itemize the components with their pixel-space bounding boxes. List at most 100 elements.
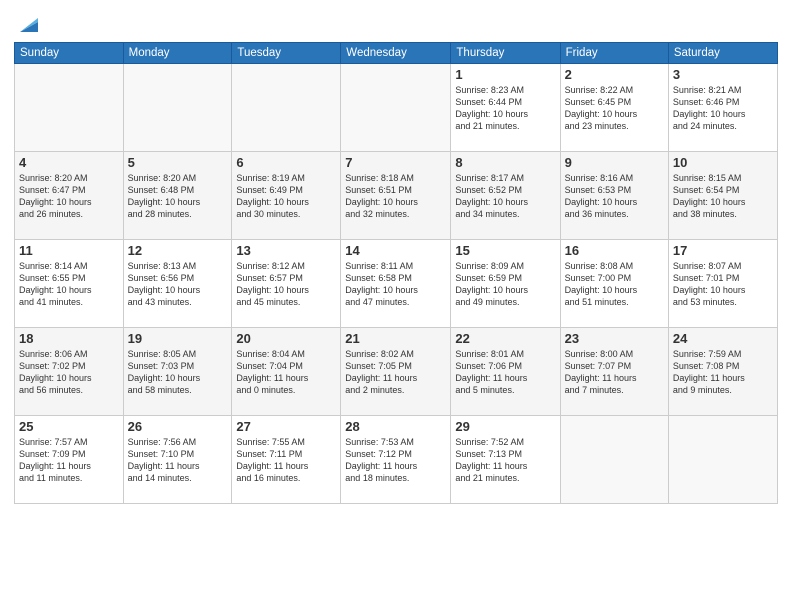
day-info: Sunrise: 8:21 AM Sunset: 6:46 PM Dayligh… (673, 84, 773, 133)
day-info: Sunrise: 8:17 AM Sunset: 6:52 PM Dayligh… (455, 172, 555, 221)
day-number: 25 (19, 419, 119, 434)
day-number: 1 (455, 67, 555, 82)
calendar-day-cell: 16 Sunrise: 8:08 AM Sunset: 7:00 PM Dayli… (560, 240, 668, 328)
calendar-day-cell: 25 Sunrise: 7:57 AM Sunset: 7:09 PM Dayli… (15, 416, 124, 504)
day-number: 26 (128, 419, 228, 434)
calendar-day-cell: 19Sunrise: 8:05 AM Sunset: 7:03 PM Dayli… (123, 328, 232, 416)
calendar-day-cell: 1 Sunrise: 8:23 AM Sunset: 6:44 PM Daylig… (451, 64, 560, 152)
day-number: 14 (345, 243, 446, 258)
calendar-day-cell: 22 Sunrise: 8:01 AM Sunset: 7:06 PM Dayli… (451, 328, 560, 416)
calendar-day-cell: 18 Sunrise: 8:06 AM Sunset: 7:02 PM Dayli… (15, 328, 124, 416)
day-info: Sunrise: 8:08 AM Sunset: 7:00 PM Dayligh… (565, 260, 664, 309)
calendar-day-header: Monday (123, 43, 232, 64)
calendar-day-cell (123, 64, 232, 152)
day-number: 21 (345, 331, 446, 346)
calendar-day-cell: 3 Sunrise: 8:21 AM Sunset: 6:46 PM Daylig… (668, 64, 777, 152)
logo-icon (16, 14, 38, 36)
calendar-day-cell: 9Sunrise: 8:16 AM Sunset: 6:53 PM Daylig… (560, 152, 668, 240)
day-info: Sunrise: 8:07 AM Sunset: 7:01 PM Dayligh… (673, 260, 773, 309)
calendar-day-cell: 2Sunrise: 8:22 AM Sunset: 6:45 PM Daylig… (560, 64, 668, 152)
day-info: Sunrise: 8:09 AM Sunset: 6:59 PM Dayligh… (455, 260, 555, 309)
day-number: 6 (236, 155, 336, 170)
calendar-day-cell: 23 Sunrise: 8:00 AM Sunset: 7:07 PM Dayli… (560, 328, 668, 416)
calendar-day-cell (15, 64, 124, 152)
calendar-day-cell: 21 Sunrise: 8:02 AM Sunset: 7:05 PM Dayli… (341, 328, 451, 416)
day-info: Sunrise: 8:04 AM Sunset: 7:04 PM Dayligh… (236, 348, 336, 397)
day-info: Sunrise: 7:52 AM Sunset: 7:13 PM Dayligh… (455, 436, 555, 485)
calendar-week-row: 25 Sunrise: 7:57 AM Sunset: 7:09 PM Dayli… (15, 416, 778, 504)
day-info: Sunrise: 7:53 AM Sunset: 7:12 PM Dayligh… (345, 436, 446, 485)
calendar-day-cell: 14 Sunrise: 8:11 AM Sunset: 6:58 PM Dayli… (341, 240, 451, 328)
day-info: Sunrise: 8:14 AM Sunset: 6:55 PM Dayligh… (19, 260, 119, 309)
day-info: Sunrise: 8:02 AM Sunset: 7:05 PM Dayligh… (345, 348, 446, 397)
calendar-day-header: Tuesday (232, 43, 341, 64)
day-info: Sunrise: 8:22 AM Sunset: 6:45 PM Dayligh… (565, 84, 664, 133)
calendar-day-header: Friday (560, 43, 668, 64)
day-info: Sunrise: 8:16 AM Sunset: 6:53 PM Dayligh… (565, 172, 664, 221)
day-number: 16 (565, 243, 664, 258)
calendar-day-cell: 29 Sunrise: 7:52 AM Sunset: 7:13 PM Dayli… (451, 416, 560, 504)
day-number: 5 (128, 155, 228, 170)
calendar-day-cell: 5 Sunrise: 8:20 AM Sunset: 6:48 PM Daylig… (123, 152, 232, 240)
day-number: 10 (673, 155, 773, 170)
header (14, 10, 778, 36)
calendar-day-cell: 10Sunrise: 8:15 AM Sunset: 6:54 PM Dayli… (668, 152, 777, 240)
calendar-day-header: Saturday (668, 43, 777, 64)
calendar-day-cell: 24 Sunrise: 7:59 AM Sunset: 7:08 PM Dayli… (668, 328, 777, 416)
calendar-day-cell: 7 Sunrise: 8:18 AM Sunset: 6:51 PM Daylig… (341, 152, 451, 240)
day-number: 7 (345, 155, 446, 170)
day-info: Sunrise: 8:18 AM Sunset: 6:51 PM Dayligh… (345, 172, 446, 221)
calendar-week-row: 1 Sunrise: 8:23 AM Sunset: 6:44 PM Daylig… (15, 64, 778, 152)
day-number: 29 (455, 419, 555, 434)
day-number: 4 (19, 155, 119, 170)
day-number: 27 (236, 419, 336, 434)
day-info: Sunrise: 8:13 AM Sunset: 6:56 PM Dayligh… (128, 260, 228, 309)
calendar-header-row: SundayMondayTuesdayWednesdayThursdayFrid… (15, 43, 778, 64)
day-number: 8 (455, 155, 555, 170)
day-number: 24 (673, 331, 773, 346)
calendar-week-row: 11Sunrise: 8:14 AM Sunset: 6:55 PM Dayli… (15, 240, 778, 328)
day-info: Sunrise: 8:06 AM Sunset: 7:02 PM Dayligh… (19, 348, 119, 397)
day-number: 22 (455, 331, 555, 346)
page: SundayMondayTuesdayWednesdayThursdayFrid… (0, 0, 792, 612)
calendar-day-cell (232, 64, 341, 152)
calendar-week-row: 4 Sunrise: 8:20 AM Sunset: 6:47 PM Daylig… (15, 152, 778, 240)
calendar-day-cell: 15 Sunrise: 8:09 AM Sunset: 6:59 PM Dayli… (451, 240, 560, 328)
day-info: Sunrise: 8:19 AM Sunset: 6:49 PM Dayligh… (236, 172, 336, 221)
calendar-day-header: Thursday (451, 43, 560, 64)
calendar-day-cell: 28Sunrise: 7:53 AM Sunset: 7:12 PM Dayli… (341, 416, 451, 504)
day-info: Sunrise: 7:59 AM Sunset: 7:08 PM Dayligh… (673, 348, 773, 397)
day-number: 3 (673, 67, 773, 82)
calendar-day-cell: 12 Sunrise: 8:13 AM Sunset: 6:56 PM Dayli… (123, 240, 232, 328)
day-number: 19 (128, 331, 228, 346)
day-info: Sunrise: 8:20 AM Sunset: 6:47 PM Dayligh… (19, 172, 119, 221)
day-info: Sunrise: 8:23 AM Sunset: 6:44 PM Dayligh… (455, 84, 555, 133)
calendar-day-cell: 4 Sunrise: 8:20 AM Sunset: 6:47 PM Daylig… (15, 152, 124, 240)
calendar: SundayMondayTuesdayWednesdayThursdayFrid… (14, 42, 778, 504)
day-info: Sunrise: 8:00 AM Sunset: 7:07 PM Dayligh… (565, 348, 664, 397)
calendar-day-cell: 20Sunrise: 8:04 AM Sunset: 7:04 PM Dayli… (232, 328, 341, 416)
calendar-day-cell: 11Sunrise: 8:14 AM Sunset: 6:55 PM Dayli… (15, 240, 124, 328)
calendar-day-cell: 17Sunrise: 8:07 AM Sunset: 7:01 PM Dayli… (668, 240, 777, 328)
day-number: 12 (128, 243, 228, 258)
day-number: 18 (19, 331, 119, 346)
calendar-day-cell: 8 Sunrise: 8:17 AM Sunset: 6:52 PM Daylig… (451, 152, 560, 240)
calendar-day-header: Sunday (15, 43, 124, 64)
calendar-day-cell: 13 Sunrise: 8:12 AM Sunset: 6:57 PM Dayli… (232, 240, 341, 328)
day-info: Sunrise: 7:55 AM Sunset: 7:11 PM Dayligh… (236, 436, 336, 485)
day-number: 13 (236, 243, 336, 258)
day-info: Sunrise: 7:57 AM Sunset: 7:09 PM Dayligh… (19, 436, 119, 485)
calendar-day-cell: 26 Sunrise: 7:56 AM Sunset: 7:10 PM Dayli… (123, 416, 232, 504)
calendar-day-cell: 6 Sunrise: 8:19 AM Sunset: 6:49 PM Daylig… (232, 152, 341, 240)
day-info: Sunrise: 8:20 AM Sunset: 6:48 PM Dayligh… (128, 172, 228, 221)
day-info: Sunrise: 8:12 AM Sunset: 6:57 PM Dayligh… (236, 260, 336, 309)
day-info: Sunrise: 8:01 AM Sunset: 7:06 PM Dayligh… (455, 348, 555, 397)
calendar-day-header: Wednesday (341, 43, 451, 64)
calendar-day-cell: 27 Sunrise: 7:55 AM Sunset: 7:11 PM Dayli… (232, 416, 341, 504)
day-number: 15 (455, 243, 555, 258)
calendar-day-cell (341, 64, 451, 152)
day-info: Sunrise: 7:56 AM Sunset: 7:10 PM Dayligh… (128, 436, 228, 485)
day-number: 23 (565, 331, 664, 346)
day-info: Sunrise: 8:11 AM Sunset: 6:58 PM Dayligh… (345, 260, 446, 309)
calendar-day-cell (560, 416, 668, 504)
